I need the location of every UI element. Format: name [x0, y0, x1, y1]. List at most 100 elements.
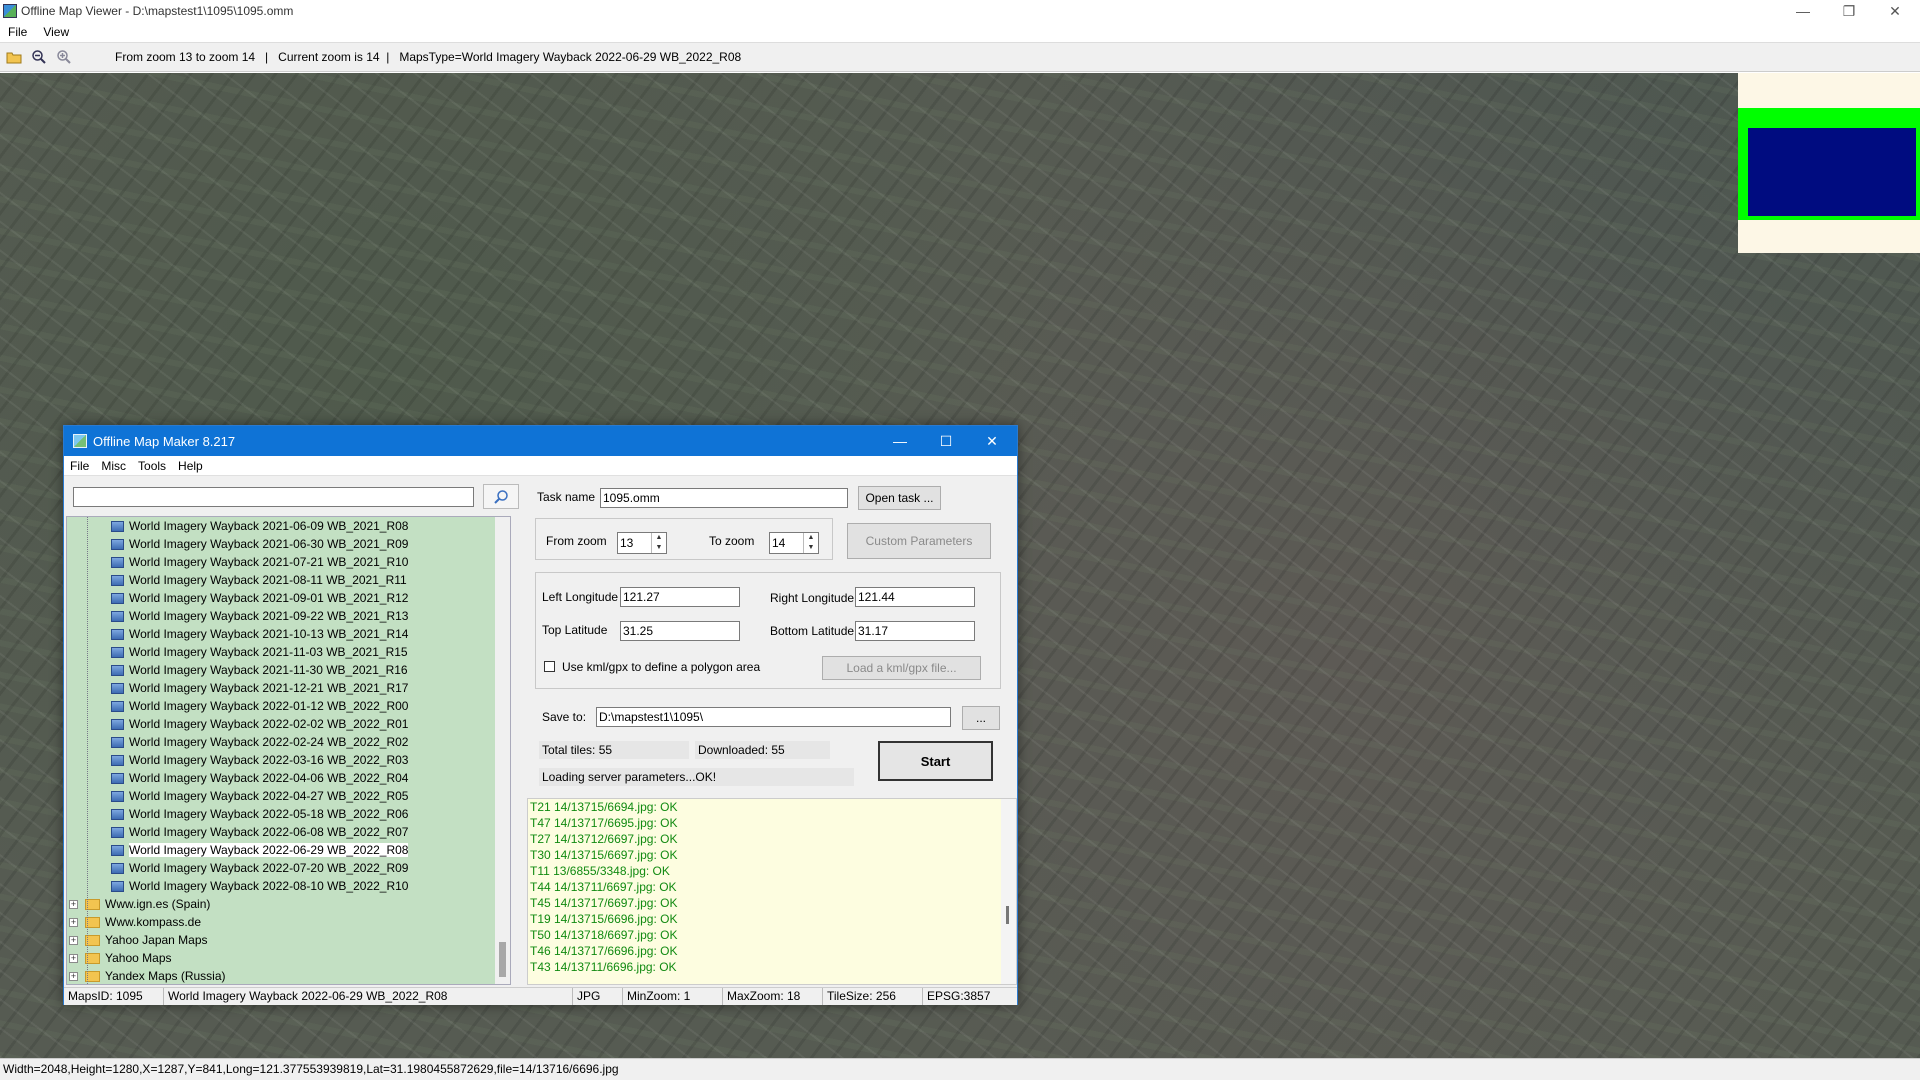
tree-item[interactable]: World Imagery Wayback 2021-10-13 WB_2021… [67, 625, 510, 643]
dialog-menu-misc[interactable]: Misc [95, 459, 132, 473]
status-map-name: World Imagery Wayback 2022-06-29 WB_2022… [164, 988, 573, 1005]
zoom-in-icon[interactable] [53, 46, 75, 68]
tree-item[interactable]: World Imagery Wayback 2022-08-10 WB_2022… [67, 877, 510, 895]
tree-item[interactable]: World Imagery Wayback 2021-11-30 WB_2021… [67, 661, 510, 679]
zoom-out-icon[interactable] [28, 46, 50, 68]
tree-item[interactable]: World Imagery Wayback 2021-09-22 WB_2021… [67, 607, 510, 625]
kml-checkbox-label: Use kml/gpx to define a polygon area [562, 660, 761, 674]
status-min-zoom: MinZoom: 1 [623, 988, 723, 1005]
tree-item[interactable]: World Imagery Wayback 2021-12-21 WB_2021… [67, 679, 510, 697]
open-task-button[interactable]: Open task ... [858, 486, 941, 510]
spin-up-icon[interactable]: ▲ [804, 533, 818, 543]
tree-folder-label: Www.kompass.de [105, 915, 202, 929]
tree-item[interactable]: World Imagery Wayback 2021-09-01 WB_2021… [67, 589, 510, 607]
close-button[interactable]: ✕ [1872, 0, 1918, 22]
tree-scrollbar[interactable] [495, 517, 510, 984]
custom-parameters-button[interactable]: Custom Parameters [847, 523, 991, 559]
open-folder-icon[interactable] [3, 46, 25, 68]
dialog-close-button[interactable]: ✕ [969, 426, 1015, 456]
tree-folder[interactable]: + Yahoo Japan Maps [67, 931, 510, 949]
tree-item[interactable]: World Imagery Wayback 2022-02-24 WB_2022… [67, 733, 510, 751]
tree-item[interactable]: World Imagery Wayback 2021-07-21 WB_2021… [67, 553, 510, 571]
task-name-input[interactable] [600, 488, 848, 508]
tree-folder[interactable]: + Yandex Maps (Russia) [67, 967, 510, 984]
tree-item[interactable]: World Imagery Wayback 2022-06-29 WB_2022… [67, 841, 510, 859]
tree-folder[interactable]: + Www.ign.es (Spain) [67, 895, 510, 913]
tree-item[interactable]: World Imagery Wayback 2022-02-02 WB_2022… [67, 715, 510, 733]
bottom-latitude-input[interactable] [855, 621, 975, 641]
save-to-input[interactable] [596, 707, 951, 727]
left-longitude-input[interactable] [620, 587, 740, 607]
map-type-tree[interactable]: World Imagery Wayback 2021-06-09 WB_2021… [66, 516, 511, 985]
log-scrollbar-thumb[interactable] [1006, 906, 1009, 924]
map-layer-icon [111, 808, 124, 820]
start-button[interactable]: Start [878, 741, 993, 781]
log-line: T45 14/13717/6697.jpg: OK [530, 896, 678, 910]
tree-item-label: World Imagery Wayback 2021-06-30 WB_2021… [129, 537, 409, 551]
menu-file[interactable]: File [0, 25, 35, 39]
expand-icon[interactable]: + [69, 971, 78, 981]
tree-item[interactable]: World Imagery Wayback 2022-07-20 WB_2022… [67, 859, 510, 877]
tree-folder[interactable]: + Www.kompass.de [67, 913, 510, 931]
load-kml-button[interactable]: Load a kml/gpx file... [822, 656, 981, 680]
total-tiles-field: Total tiles: 55 [539, 741, 689, 759]
map-layer-icon [111, 862, 124, 874]
tree-item[interactable]: World Imagery Wayback 2022-04-27 WB_2022… [67, 787, 510, 805]
tree-item-label: World Imagery Wayback 2022-07-20 WB_2022… [129, 861, 409, 875]
minimap-viewport[interactable] [1748, 128, 1916, 216]
map-layer-icon [111, 754, 124, 766]
restore-button[interactable]: ❐ [1826, 0, 1872, 22]
app-icon [3, 4, 17, 18]
tree-item-label: World Imagery Wayback 2022-06-08 WB_2022… [129, 825, 409, 839]
right-longitude-input[interactable] [855, 587, 975, 607]
expand-icon[interactable]: + [69, 899, 78, 909]
map-layer-icon [111, 520, 124, 532]
menu-view[interactable]: View [35, 25, 77, 39]
tree-item[interactable]: World Imagery Wayback 2022-06-08 WB_2022… [67, 823, 510, 841]
dialog-menu-file[interactable]: File [64, 459, 95, 473]
to-zoom-spinner[interactable]: 14 ▲ ▼ [769, 532, 819, 554]
spin-down-icon[interactable]: ▼ [804, 543, 818, 553]
tree-folder[interactable]: + Yahoo Maps [67, 949, 510, 967]
tree-item[interactable]: World Imagery Wayback 2022-05-18 WB_2022… [67, 805, 510, 823]
log-line: T21 14/13715/6694.jpg: OK [530, 800, 678, 814]
search-button[interactable] [483, 484, 519, 509]
download-log[interactable]: T21 14/13715/6694.jpg: OK T47 14/13717/66… [527, 798, 1017, 985]
tree-item[interactable]: World Imagery Wayback 2021-06-09 WB_2021… [67, 517, 510, 535]
spin-down-icon[interactable]: ▼ [652, 543, 666, 553]
expand-icon[interactable]: + [69, 953, 78, 963]
to-zoom-label: To zoom [709, 534, 755, 548]
dialog-minimize-button[interactable]: — [877, 426, 923, 456]
minimize-button[interactable]: — [1780, 0, 1826, 22]
tree-item-label: World Imagery Wayback 2022-06-29 WB_2022… [129, 843, 409, 857]
tree-item[interactable]: World Imagery Wayback 2021-06-30 WB_2021… [67, 535, 510, 553]
from-zoom-label: From zoom [546, 534, 607, 548]
tree-scrollbar-thumb[interactable] [499, 942, 506, 977]
spin-up-icon[interactable]: ▲ [652, 533, 666, 543]
tree-item[interactable]: World Imagery Wayback 2022-01-12 WB_2022… [67, 697, 510, 715]
tree-item[interactable]: World Imagery Wayback 2021-11-03 WB_2021… [67, 643, 510, 661]
map-search-input[interactable] [73, 487, 474, 507]
log-line: T19 14/13715/6696.jpg: OK [530, 912, 678, 926]
top-latitude-input[interactable] [620, 621, 740, 641]
log-scrollbar[interactable] [1001, 799, 1016, 984]
kml-checkbox[interactable] [544, 661, 555, 672]
dialog-maximize-button[interactable]: ☐ [923, 426, 969, 456]
dialog-menu-tools[interactable]: Tools [132, 459, 172, 473]
tree-item[interactable]: World Imagery Wayback 2021-08-11 WB_2021… [67, 571, 510, 589]
expand-icon[interactable]: + [69, 935, 78, 945]
dialog-status-bar: MapsID: 1095 World Imagery Wayback 2022-… [64, 987, 1017, 1005]
log-line: T46 14/13717/6696.jpg: OK [530, 944, 678, 958]
tree-folders-list: + Www.ign.es (Spain) + Www.kompass.de + Yahoo… [67, 895, 510, 984]
dialog-titlebar: Offline Map Maker 8.217 — ☐ ✕ [64, 426, 1017, 456]
tree-item[interactable]: World Imagery Wayback 2022-04-06 WB_2022… [67, 769, 510, 787]
status-format: JPG [573, 988, 623, 1005]
map-layer-icon [111, 880, 124, 892]
dialog-menu-help[interactable]: Help [172, 459, 209, 473]
from-zoom-spinner[interactable]: 13 ▲ ▼ [617, 532, 667, 554]
browse-button[interactable]: ... [962, 706, 1000, 730]
tree-item[interactable]: World Imagery Wayback 2022-03-16 WB_2022… [67, 751, 510, 769]
expand-icon[interactable]: + [69, 917, 78, 927]
tree-folder-label: Www.ign.es (Spain) [105, 897, 211, 911]
tree-item-label: World Imagery Wayback 2022-05-18 WB_2022… [129, 807, 409, 821]
